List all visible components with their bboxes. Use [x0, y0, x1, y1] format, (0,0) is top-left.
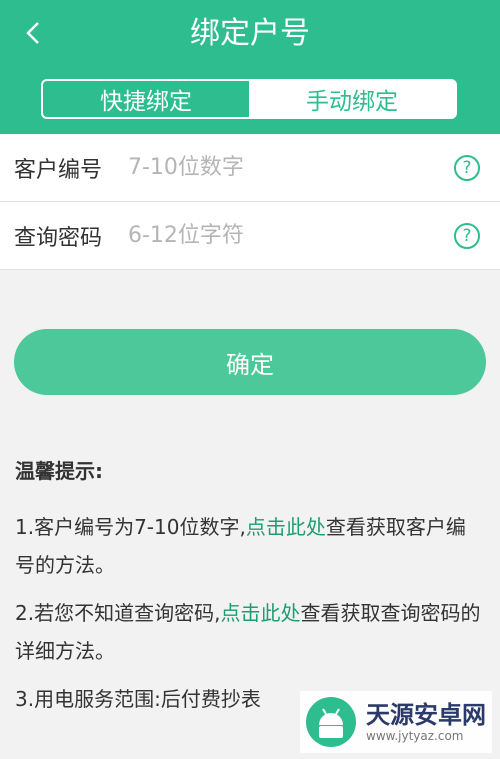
header: 绑定户号 快捷绑定 手动绑定: [0, 0, 500, 134]
help-icon[interactable]: ?: [454, 222, 480, 249]
tip-item: 2.若您不知道查询密码,点击此处查看获取查询密码的详细方法。: [15, 594, 485, 670]
tip-text: 2.若您不知道查询密码,: [15, 601, 221, 625]
watermark-name: 天源安卓网: [366, 701, 486, 729]
customer-number-row: 客户编号 ?: [0, 134, 500, 202]
customer-number-label: 客户编号: [14, 157, 103, 183]
customer-number-input[interactable]: [126, 154, 454, 181]
tip-item: 1.客户编号为7-10位数字,点击此处查看获取客户编号的方法。: [15, 508, 485, 584]
watermark: 天源安卓网 www.jytyaz.com: [300, 691, 492, 753]
watermark-url: www.jytyaz.com: [366, 729, 464, 743]
tip-text: 3.用电服务范围:后付费抄表: [15, 687, 261, 711]
bind-form: 客户编号 ? 查询密码 ?: [0, 134, 500, 270]
tip-link[interactable]: 点击此处: [246, 515, 326, 539]
tip-text: 1.客户编号为7-10位数字,: [15, 515, 246, 539]
query-password-label: 查询密码: [14, 225, 103, 251]
tip-link[interactable]: 点击此处: [220, 601, 300, 625]
tips-section: 温馨提示: 1.客户编号为7-10位数字,点击此处查看获取客户编号的方法。 2.…: [15, 455, 485, 728]
tips-title: 温馨提示:: [15, 459, 103, 483]
query-password-row: 查询密码 ?: [0, 202, 500, 270]
help-icon[interactable]: ?: [454, 154, 480, 181]
tab-quick-bind[interactable]: 快捷绑定: [43, 81, 249, 117]
android-logo-icon: [306, 697, 356, 747]
confirm-button[interactable]: 确定: [14, 329, 486, 395]
bind-mode-tabs: 快捷绑定 手动绑定: [41, 79, 457, 119]
page-title: 绑定户号: [190, 16, 310, 51]
query-password-input[interactable]: [126, 222, 454, 249]
tab-manual-bind[interactable]: 手动绑定: [249, 81, 455, 117]
